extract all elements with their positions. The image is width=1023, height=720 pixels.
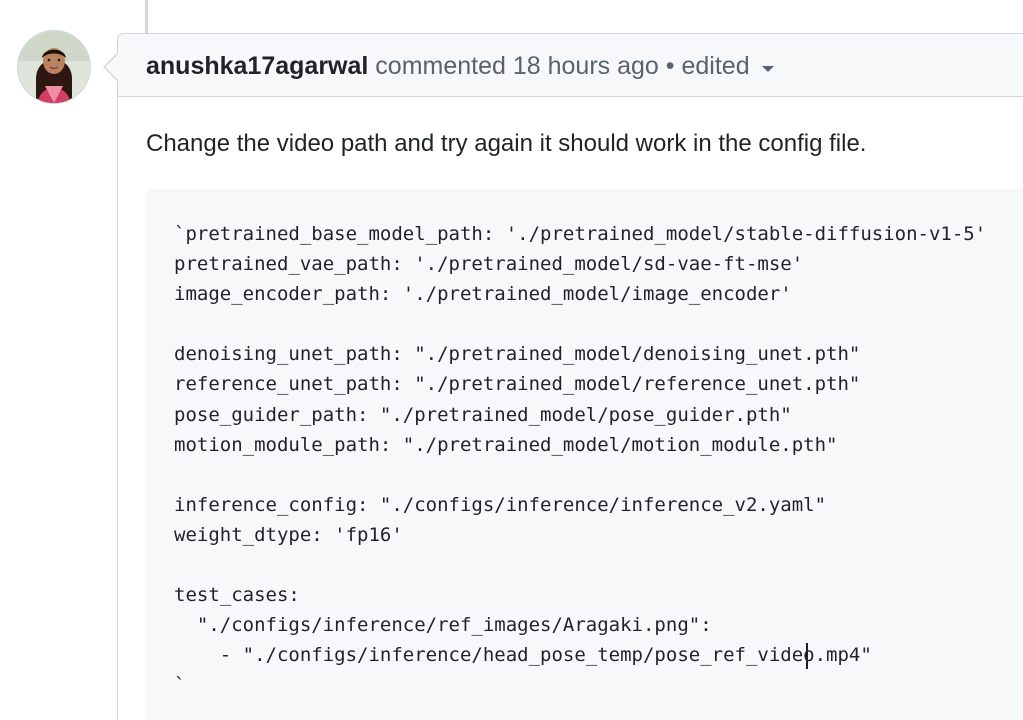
- code-line: weight_dtype: 'fp16': [174, 523, 403, 546]
- comment-body: Change the video path and try again it s…: [146, 130, 867, 157]
- code-line: pose_guider_path: "./pretrained_model/po…: [174, 403, 792, 426]
- timestamp-link[interactable]: 18 hours ago: [513, 52, 659, 80]
- code-line: `: [174, 674, 186, 697]
- comment-page: anushka17agarwal commented 18 hours ago …: [0, 0, 1023, 720]
- code-line: test_cases:: [174, 584, 300, 607]
- author-link[interactable]: anushka17agarwal: [146, 52, 368, 80]
- code-line: denoising_unet_path: "./pretrained_model…: [174, 343, 861, 366]
- comment-meta: anushka17agarwal commented 18 hours ago …: [146, 48, 774, 84]
- comment-action: commented: [375, 52, 506, 80]
- code-line: inference_config: "./configs/inference/i…: [174, 493, 827, 516]
- code-line: - "./configs/inference/head_pose_temp/po…: [174, 644, 872, 667]
- comment-header: anushka17agarwal commented 18 hours ago …: [118, 34, 1023, 97]
- avatar-photo: [18, 31, 90, 103]
- avatar[interactable]: [17, 30, 91, 104]
- code-line: `pretrained_base_model_path: './pretrain…: [174, 223, 987, 245]
- code-block: `pretrained_base_model_path: './pretrain…: [146, 189, 1023, 720]
- code-content: `pretrained_base_model_path: './pretrain…: [174, 219, 986, 701]
- meta-separator: •: [665, 52, 675, 80]
- edited-label: edited: [681, 52, 750, 80]
- timeline-line: [145, 0, 148, 33]
- code-line: image_encoder_path: './pretrained_model/…: [174, 283, 792, 306]
- code-line: "./configs/inference/ref_images/Aragaki.…: [174, 614, 712, 637]
- text-cursor: [806, 643, 808, 669]
- code-line: reference_unet_path: "./pretrained_model…: [174, 373, 861, 396]
- comment-pointer-fill: [105, 53, 119, 81]
- code-line: motion_module_path: "./pretrained_model/…: [174, 433, 838, 456]
- edited-history-button[interactable]: edited: [682, 52, 774, 80]
- chevron-down-icon: [761, 66, 774, 73]
- code-line: pretrained_vae_path: './pretrained_model…: [174, 253, 804, 276]
